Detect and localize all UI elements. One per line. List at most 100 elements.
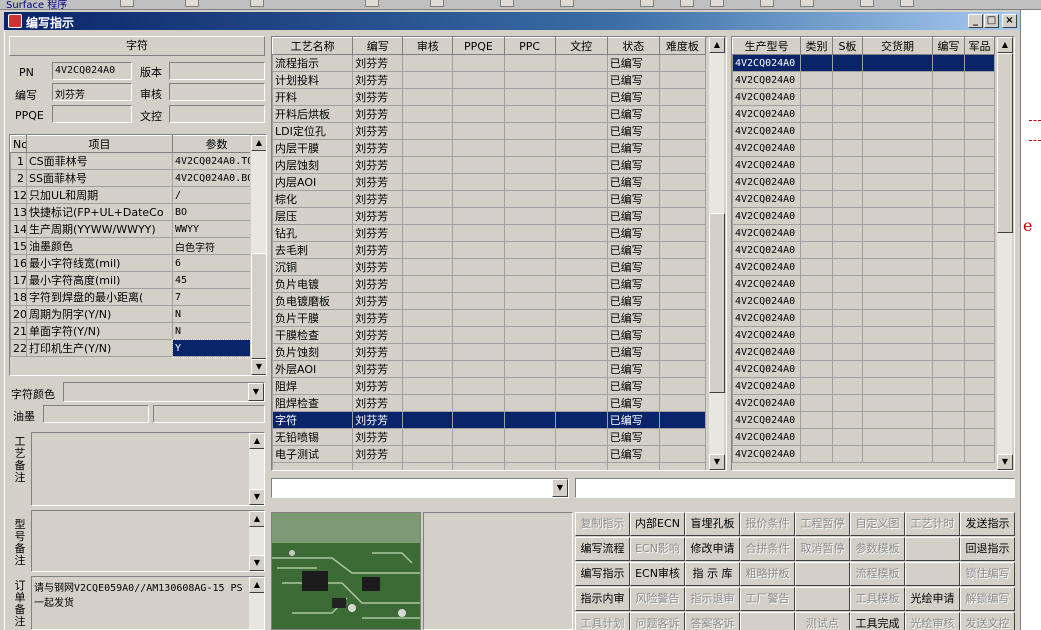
process-name[interactable]: 层压 <box>272 207 354 225</box>
model-col-header[interactable]: 交货期 <box>862 37 933 55</box>
action-button[interactable]: 参数模板 <box>850 537 905 561</box>
process-ppc[interactable] <box>503 292 556 310</box>
model-cell[interactable] <box>964 71 995 89</box>
model-col-header[interactable]: 编写 <box>932 37 965 55</box>
action-button[interactable]: 工厂警告 <box>740 587 795 611</box>
process-difficulty[interactable] <box>658 275 707 293</box>
process-writer[interactable]: 刘芬芳 <box>352 71 404 89</box>
process-doc-ctrl[interactable] <box>554 173 608 191</box>
process-difficulty[interactable] <box>658 428 707 446</box>
action-button[interactable]: 工具完成 <box>850 612 905 630</box>
process-review[interactable] <box>402 190 454 208</box>
process-review[interactable] <box>402 394 454 412</box>
action-button[interactable]: 工程暂停 <box>795 512 850 536</box>
scroll-thumb[interactable] <box>997 53 1013 233</box>
process-ppc[interactable] <box>503 122 556 140</box>
model-cell[interactable] <box>932 394 965 412</box>
model-cell[interactable] <box>932 71 965 89</box>
model-cell[interactable] <box>964 394 995 412</box>
process-row[interactable]: 流程指示 刘芬芳 已编写 <box>272 54 707 72</box>
model-cell[interactable] <box>862 173 933 191</box>
action-button[interactable]: 指示内审 <box>575 587 630 611</box>
param-value[interactable]: N <box>172 305 261 323</box>
param-item[interactable]: 生产周期(YYWW/WWYY) <box>26 220 173 238</box>
process-status[interactable]: 已编写 <box>606 54 660 72</box>
model-cell[interactable] <box>964 139 995 157</box>
process-row[interactable]: 内层AOI 刘芬芳 已编写 <box>272 173 707 191</box>
param-grid[interactable]: No 项目 参数 1 CS面菲林号 4V2CQ024A0.TO 2 SS面菲林号 4V2C… <box>9 134 267 376</box>
model-cell[interactable] <box>964 343 995 361</box>
model-cell[interactable] <box>932 207 965 225</box>
process-ppqe[interactable] <box>452 190 505 208</box>
model-cell[interactable] <box>800 105 833 123</box>
model-col-header[interactable]: 军品 <box>964 37 995 55</box>
process-writer[interactable]: 刘芬芳 <box>352 88 404 106</box>
model-number[interactable]: 4V2CQ024A0 <box>732 275 801 293</box>
param-value[interactable]: WWYY <box>172 220 261 238</box>
process-row[interactable]: LDI定位孔 刘芬芳 已编写 <box>272 122 707 140</box>
scroll-thumb[interactable] <box>251 253 266 359</box>
process-doc-ctrl[interactable] <box>554 88 608 106</box>
model-cell[interactable] <box>964 360 995 378</box>
minimize-button[interactable]: _ <box>968 14 983 28</box>
model-row[interactable]: 4V2CQ024A0 <box>732 122 995 140</box>
param-item[interactable]: 最小字符线宽(mil) <box>26 254 173 272</box>
process-row[interactable]: 阻焊检查 刘芬芳 已编写 <box>272 394 707 412</box>
process-ppqe[interactable] <box>452 343 505 361</box>
model-cell[interactable] <box>932 343 965 361</box>
model-number[interactable]: 4V2CQ024A0 <box>732 411 801 429</box>
model-cell[interactable] <box>964 309 995 327</box>
model-row[interactable]: 4V2CQ024A0 <box>732 326 995 344</box>
model-col-header[interactable]: 类别 <box>800 37 833 55</box>
scroll-up-arrow-icon[interactable]: ▲ <box>709 37 725 53</box>
model-cell[interactable] <box>832 275 863 293</box>
model-cell[interactable] <box>800 156 833 174</box>
model-cell[interactable] <box>932 88 965 106</box>
ink-field-2[interactable] <box>153 405 265 423</box>
param-row[interactable]: 2 SS面菲林号 4V2CQ024A0.BO <box>10 169 261 187</box>
param-row[interactable]: 13 快捷标记(FP+UL+DateCo BO <box>10 203 261 221</box>
process-status[interactable]: 已编写 <box>606 343 660 361</box>
model-number[interactable]: 4V2CQ024A0 <box>732 207 801 225</box>
model-cell[interactable] <box>964 275 995 293</box>
model-cell[interactable] <box>964 428 995 446</box>
process-writer[interactable]: 刘芬芳 <box>352 156 404 174</box>
model-row[interactable]: 4V2CQ024A0 <box>732 54 995 72</box>
scroll-up-arrow-icon[interactable]: ▲ <box>249 511 264 527</box>
process-row[interactable]: 负片干膜 刘芬芳 已编写 <box>272 309 707 327</box>
model-cell[interactable] <box>932 292 965 310</box>
model-number[interactable]: 4V2CQ024A0 <box>732 292 801 310</box>
process-review[interactable] <box>402 377 454 395</box>
process-review[interactable] <box>402 411 454 429</box>
process-difficulty[interactable] <box>658 88 707 106</box>
process-name[interactable]: 开料 <box>272 88 354 106</box>
process-doc-ctrl[interactable] <box>554 156 608 174</box>
process-scrollbar[interactable]: ▲ ▼ <box>708 37 725 470</box>
action-button[interactable]: 内部ECN <box>630 512 685 536</box>
model-number[interactable]: 4V2CQ024A0 <box>732 88 801 106</box>
model-row[interactable]: 4V2CQ024A0 <box>732 224 995 242</box>
process-status[interactable]: 已编写 <box>606 275 660 293</box>
version-field[interactable] <box>169 62 265 80</box>
process-ppqe[interactable] <box>452 428 505 446</box>
action-button[interactable]: 复制指示 <box>575 512 630 536</box>
param-no[interactable]: 12 <box>10 186 27 204</box>
model-cell[interactable] <box>932 241 965 259</box>
process-review[interactable] <box>402 326 454 344</box>
model-cell[interactable] <box>800 207 833 225</box>
process-row[interactable]: 电子测试 刘芬芳 已编写 <box>272 445 707 463</box>
process-status[interactable]: 已编写 <box>606 88 660 106</box>
param-row[interactable]: 20 周期为阴字(Y/N) N <box>10 305 261 323</box>
process-name[interactable]: 沉铜 <box>272 258 354 276</box>
process-status[interactable]: 已编写 <box>606 173 660 191</box>
action-button[interactable]: 取消暂停 <box>795 537 850 561</box>
process-doc-ctrl[interactable] <box>554 326 608 344</box>
process-name[interactable]: 干膜检查 <box>272 326 354 344</box>
action-button[interactable]: 盲埋孔板 <box>685 512 740 536</box>
process-difficulty[interactable] <box>658 105 707 123</box>
model-cell[interactable] <box>832 428 863 446</box>
process-difficulty[interactable] <box>658 326 707 344</box>
process-ppc[interactable] <box>503 105 556 123</box>
process-name[interactable]: 内层干膜 <box>272 139 354 157</box>
param-no[interactable]: 22 <box>10 339 27 357</box>
